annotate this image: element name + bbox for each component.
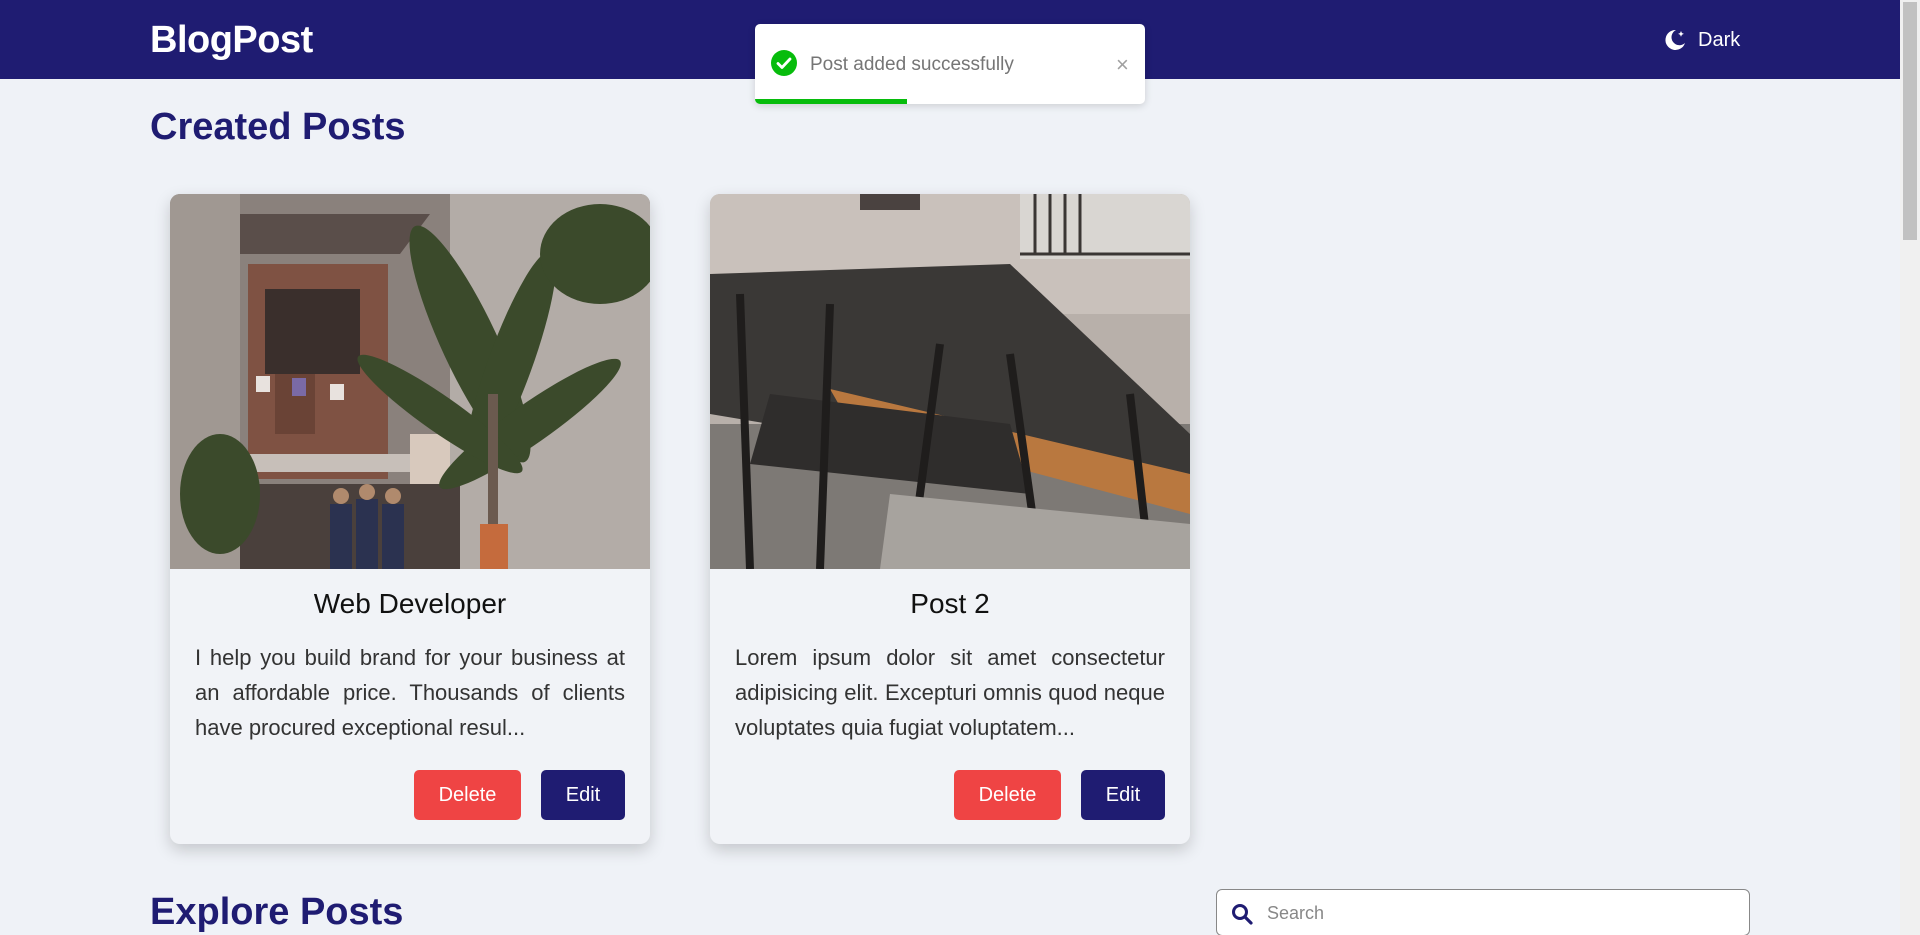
search-input[interactable] bbox=[1267, 898, 1737, 928]
post-excerpt: Lorem ipsum dolor sit amet consectetur a… bbox=[735, 645, 1165, 740]
edit-button[interactable]: Edit bbox=[541, 770, 625, 820]
toast-close-button[interactable]: × bbox=[1116, 54, 1129, 76]
edit-button[interactable]: Edit bbox=[1081, 770, 1165, 820]
post-image bbox=[710, 194, 1190, 569]
scrollbar-thumb[interactable] bbox=[1903, 2, 1917, 240]
page-scrollbar[interactable] bbox=[1900, 0, 1920, 935]
created-posts-heading: Created Posts bbox=[150, 106, 406, 148]
search-box bbox=[1216, 889, 1750, 935]
theme-toggle-label: Dark bbox=[1698, 28, 1741, 51]
post-title: Web Developer bbox=[313, 588, 507, 619]
delete-button[interactable]: Delete bbox=[414, 770, 521, 820]
moon-icon bbox=[1662, 27, 1688, 53]
toast-progress-fill bbox=[755, 99, 908, 104]
brand-logo[interactable]: BlogPost bbox=[150, 19, 313, 62]
check-circle-icon bbox=[771, 50, 797, 81]
toast-progress-bar bbox=[755, 99, 1145, 104]
search-icon bbox=[1231, 903, 1253, 930]
toast-message: Post added successfully bbox=[810, 54, 1014, 75]
post-card: Post 2 Lorem ipsum dolor sit amet consec… bbox=[710, 194, 1190, 844]
explore-posts-heading: Explore Posts bbox=[150, 891, 404, 933]
post-excerpt: I help you build brand for your business… bbox=[195, 645, 625, 740]
post-title: Post 2 bbox=[910, 588, 990, 619]
theme-toggle-button[interactable]: Dark bbox=[1662, 24, 1740, 56]
post-image bbox=[170, 194, 650, 569]
delete-button[interactable]: Delete bbox=[954, 770, 1061, 820]
success-toast: Post added successfully × bbox=[755, 24, 1145, 104]
post-card: Web Developer I help you build brand for… bbox=[170, 194, 650, 844]
